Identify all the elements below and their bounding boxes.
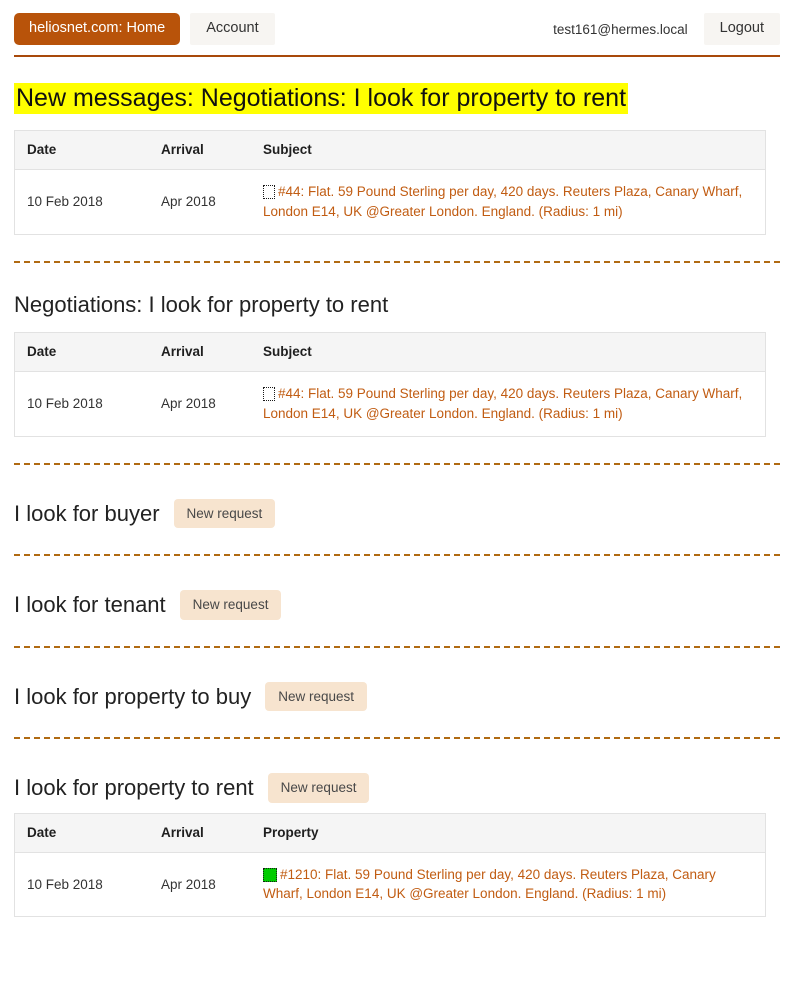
new-messages-table-body: 10 Feb 2018 Apr 2018 #44: Flat. 59 Pound… <box>14 169 766 235</box>
navbar-left-group: heliosnet.com: Home Account <box>14 13 275 45</box>
listing-link[interactable]: #44: Flat. 59 Pound Sterling per day, 42… <box>263 386 742 420</box>
empty-square-icon <box>263 387 275 402</box>
green-square-icon <box>263 868 277 882</box>
look-for-tenant-section: I look for tenant New request <box>14 590 780 620</box>
listing-link[interactable]: #44: Flat. 59 Pound Sterling per day, 42… <box>263 184 742 218</box>
main-content: New messages: Negotiations: I look for p… <box>0 83 794 918</box>
property-to-rent-table-body: 10 Feb 2018 Apr 2018 #1210: Flat. 59 Pou… <box>14 852 766 917</box>
column-header-date: Date <box>14 813 149 854</box>
negotiations-heading: Negotiations: I look for property to ren… <box>14 291 389 317</box>
nav-logout-button[interactable]: Logout <box>703 13 780 45</box>
table-header-row: Date Arrival Property <box>14 813 766 854</box>
negotiations-table-body: 10 Feb 2018 Apr 2018 #44: Flat. 59 Pound… <box>14 371 766 437</box>
page-root: heliosnet.com: Home Account test161@herm… <box>0 0 794 918</box>
column-header-arrival: Arrival <box>149 332 251 373</box>
cell-date: 10 Feb 2018 <box>14 169 149 235</box>
look-for-property-to-rent-section: I look for property to rent New request <box>14 773 780 803</box>
empty-square-icon <box>263 185 275 200</box>
cell-arrival: Apr 2018 <box>149 852 251 917</box>
new-messages-table: Date Arrival Subject 10 Feb 2018 Apr 201… <box>14 130 766 235</box>
section-divider-1 <box>14 260 780 263</box>
section-divider-5 <box>14 737 780 740</box>
section-divider-4 <box>14 645 780 648</box>
new-request-button-property-to-rent[interactable]: New request <box>267 773 370 803</box>
look-for-property-to-buy-section: I look for property to buy New request <box>14 681 780 712</box>
nav-item-account[interactable]: Account <box>190 13 275 45</box>
header-divider <box>14 55 780 57</box>
column-header-subject: Subject <box>251 332 766 373</box>
listing-link[interactable]: #1210: Flat. 59 Pound Sterling per day, … <box>263 867 716 901</box>
new-messages-table-head: Date Arrival Subject <box>14 130 766 171</box>
top-navbar: heliosnet.com: Home Account test161@herm… <box>0 0 794 46</box>
table-row: 10 Feb 2018 Apr 2018 #44: Flat. 59 Pound… <box>14 371 766 437</box>
column-header-arrival: Arrival <box>149 813 251 854</box>
negotiations-table-head: Date Arrival Subject <box>14 332 766 373</box>
nav-brand-home-button[interactable]: heliosnet.com: Home <box>14 13 181 45</box>
table-row: 10 Feb 2018 Apr 2018 #1210: Flat. 59 Pou… <box>14 852 766 917</box>
table-header-row: Date Arrival Subject <box>14 332 766 373</box>
look-for-buyer-heading: I look for buyer <box>14 500 160 526</box>
column-header-date: Date <box>14 332 149 373</box>
new-messages-heading-text: New messages: Negotiations: I look for p… <box>14 83 629 114</box>
cell-arrival: Apr 2018 <box>149 169 251 235</box>
look-for-property-to-rent-heading: I look for property to rent <box>14 775 254 801</box>
navbar-right-group: test161@hermes.local Logout <box>545 13 780 45</box>
table-row: 10 Feb 2018 Apr 2018 #44: Flat. 59 Pound… <box>14 169 766 235</box>
cell-date: 10 Feb 2018 <box>14 852 149 917</box>
new-request-button-property-to-buy[interactable]: New request <box>265 681 368 712</box>
look-for-property-to-buy-heading: I look for property to buy <box>14 683 252 709</box>
column-header-date: Date <box>14 130 149 171</box>
section-divider-2 <box>14 462 780 465</box>
negotiations-table: Date Arrival Subject 10 Feb 2018 Apr 201… <box>14 332 766 437</box>
new-messages-heading: New messages: Negotiations: I look for p… <box>14 83 780 114</box>
cell-date: 10 Feb 2018 <box>14 371 149 437</box>
cell-subject: #44: Flat. 59 Pound Sterling per day, 42… <box>251 169 766 235</box>
new-request-button-buyer[interactable]: New request <box>173 498 276 529</box>
look-for-tenant-heading: I look for tenant <box>14 592 166 618</box>
table-header-row: Date Arrival Subject <box>14 130 766 171</box>
cell-subject: #44: Flat. 59 Pound Sterling per day, 42… <box>251 371 766 437</box>
column-header-subject: Subject <box>251 130 766 171</box>
nav-user-email: test161@hermes.local <box>553 21 688 37</box>
section-divider-3 <box>14 554 780 557</box>
column-header-arrival: Arrival <box>149 130 251 171</box>
property-to-rent-table: Date Arrival Property 10 Feb 2018 Apr 20… <box>14 812 766 918</box>
property-to-rent-table-head: Date Arrival Property <box>14 813 766 854</box>
look-for-buyer-section: I look for buyer New request <box>14 498 780 529</box>
cell-property: #1210: Flat. 59 Pound Sterling per day, … <box>251 852 766 917</box>
new-request-button-tenant[interactable]: New request <box>179 590 282 620</box>
column-header-property: Property <box>251 813 766 854</box>
cell-arrival: Apr 2018 <box>149 371 251 437</box>
